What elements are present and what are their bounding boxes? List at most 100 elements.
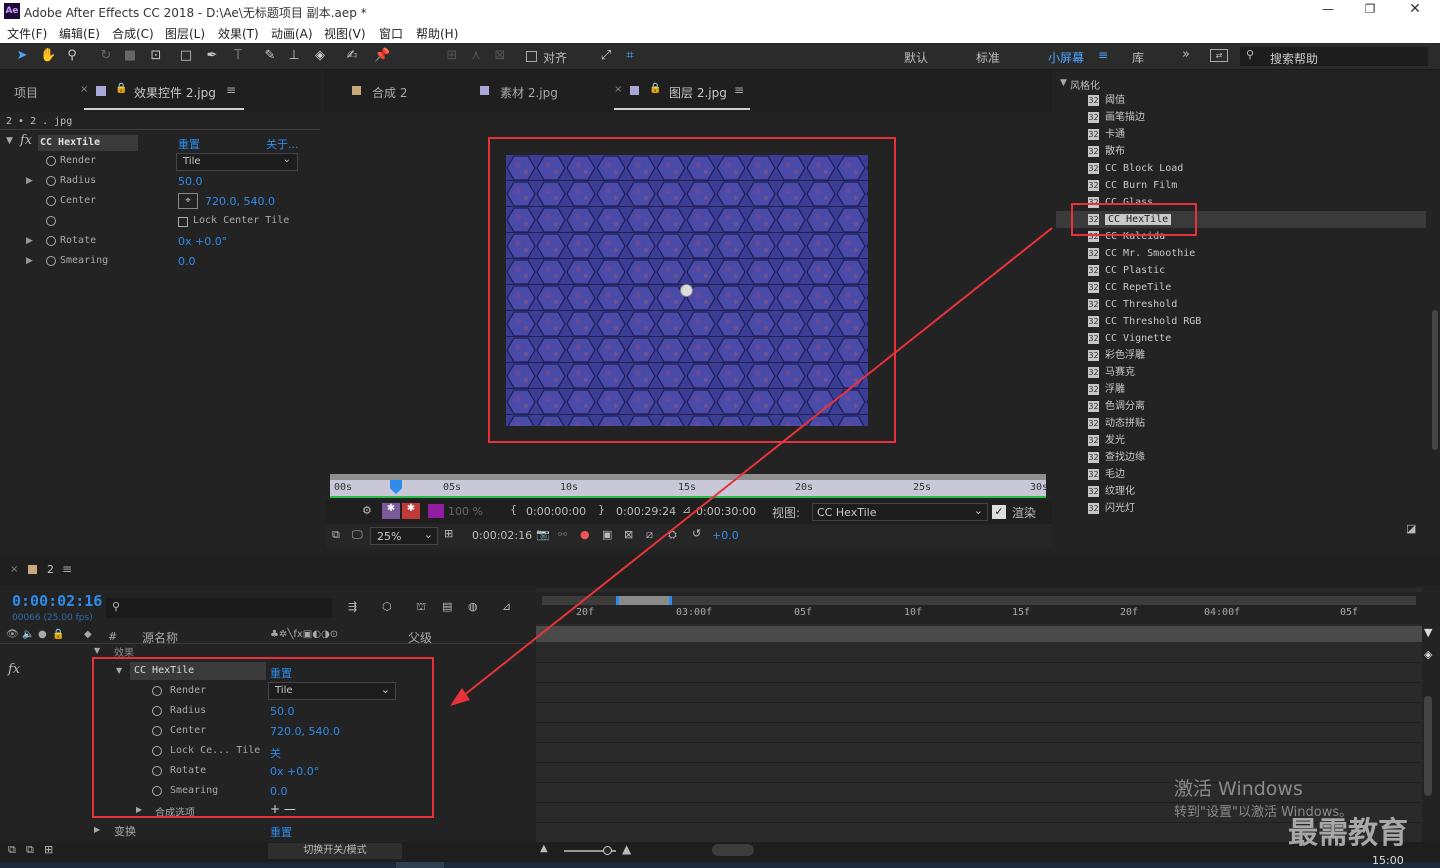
help-search-box[interactable]: ⚲ 搜索帮助 [1240, 47, 1428, 66]
set-in-icon[interactable]: { [510, 503, 517, 516]
snapshot-icon[interactable]: 📷 [536, 528, 550, 541]
pen-tool-icon[interactable]: ✒ [204, 48, 220, 64]
snap-checkbox[interactable] [526, 51, 537, 62]
ripple-icon[interactable]: ⚙ [362, 504, 372, 517]
snap-edge-icon[interactable]: ⤢ [598, 48, 614, 64]
effects-group-arrow[interactable]: ▼ [94, 646, 100, 655]
toggle-switches-modes[interactable]: 切换开关/模式 [268, 843, 402, 859]
shy-layers-icon[interactable]: ⛫ [416, 600, 426, 615]
close-tab-icon[interactable]: × [80, 84, 88, 95]
viewer-time-ruler[interactable]: 00s 05s 10s 15s 20s 25s 30s [330, 472, 1048, 498]
menu-layer[interactable]: 图层(L) [165, 25, 205, 42]
work-area-bar[interactable] [542, 596, 1416, 605]
panel-menu-icon[interactable]: ≡ [734, 83, 744, 97]
tab-timeline-comp[interactable]: 2 [47, 563, 54, 576]
fx-expand-arrow[interactable]: ▼ [6, 136, 13, 146]
render-checkbox[interactable]: ✓ [992, 505, 1006, 519]
panel-menu-icon[interactable]: ≡ [226, 83, 236, 97]
zoom-dropdown[interactable]: 25% ⌄ [370, 527, 438, 545]
expand-layer-switches-icon[interactable]: ⧉ [8, 843, 16, 857]
3d-view-icon[interactable]: ⧄ [646, 528, 653, 542]
effect-list-item[interactable]: 32 浮雕 [1088, 381, 1125, 398]
menu-file[interactable]: 文件(F) [7, 25, 47, 42]
pan-behind-tool-icon[interactable]: ⊡ [148, 48, 164, 64]
rectangle-tool-icon[interactable]: □ [178, 48, 194, 64]
menu-help[interactable]: 帮助(H) [416, 25, 458, 42]
workspace-default[interactable]: 默认 [904, 49, 928, 66]
rotate-value[interactable]: 0x +0.0° [178, 235, 227, 248]
effect-list-item[interactable]: 32 查找边缘 [1088, 449, 1145, 466]
zoom-out-icon[interactable]: ▲ [540, 843, 548, 854]
close-tab-icon[interactable]: × [10, 564, 18, 575]
tab-effect-controls[interactable]: 效果控件 2.jpg [134, 84, 216, 101]
lock-icon[interactable]: 🔒 [649, 83, 661, 94]
stopwatch-icon[interactable] [46, 156, 56, 166]
lock-icon[interactable]: 🔒 [115, 83, 127, 94]
zoom-tool-icon[interactable]: ⚲ [64, 48, 80, 64]
region-of-interest-icon[interactable]: ⊞ [444, 527, 453, 540]
view-axis-icon[interactable]: ⊠ [492, 48, 508, 64]
draft-3d-icon[interactable]: ⬡ [382, 600, 392, 613]
fx-icon[interactable]: fx [20, 133, 32, 148]
render-dropdown[interactable]: Tile ⌄ [176, 153, 298, 171]
timecode[interactable]: 0:00:02:16 [12, 592, 102, 610]
menu-effect[interactable]: 效果(T) [218, 25, 259, 42]
scrollbar[interactable] [1432, 310, 1438, 450]
expand-arrow[interactable]: ▶ [26, 236, 33, 246]
stopwatch-icon[interactable] [46, 216, 56, 226]
color-label-swatch[interactable] [428, 504, 444, 518]
effect-list-item[interactable]: 32 彩色浮雕 [1088, 347, 1145, 364]
roto-brush-tool-icon[interactable]: ✍ [344, 48, 360, 64]
workspace-menu-icon[interactable]: ≡ [1098, 48, 1108, 62]
reset-link[interactable]: 重置 [178, 136, 200, 152]
menu-window[interactable]: 窗口 [379, 25, 403, 42]
effect-list-item[interactable]: 32 CC RepeTile [1088, 279, 1171, 296]
effect-list-item[interactable]: 32 CC Mr. Smoothie [1088, 245, 1195, 262]
transform-reset-link[interactable]: 重置 [270, 824, 292, 840]
menu-animation[interactable]: 动画(A) [271, 25, 313, 42]
snap-grid-icon[interactable]: ⌗ [622, 48, 638, 64]
local-axis-icon[interactable]: ⊞ [444, 48, 460, 64]
stopwatch-icon[interactable] [46, 196, 56, 206]
menu-composition[interactable]: 合成(C) [112, 25, 154, 42]
hand-tool-icon[interactable]: ✋ [40, 48, 56, 64]
expand-arrow[interactable]: ▶ [26, 256, 33, 266]
rotate-tool-icon[interactable]: ↻ [98, 48, 114, 64]
eraser-tool-icon[interactable]: ◈ [312, 48, 328, 64]
view-dropdown[interactable]: CC HexTile ⌄ [812, 503, 988, 521]
category-arrow[interactable]: ▼ [1060, 78, 1067, 88]
comp-button-icon[interactable]: ▼ [1424, 626, 1432, 639]
timeline-search[interactable]: ⚲ [106, 598, 332, 618]
layer-bar[interactable] [536, 626, 1422, 642]
close-tab-icon[interactable]: × [614, 84, 622, 95]
comp-marker-icon[interactable]: ◈ [1424, 648, 1432, 661]
effect-list-item[interactable]: 32 闪光灯 [1088, 500, 1135, 517]
effect-list-item[interactable]: 32 纹理化 [1088, 483, 1135, 500]
visibility-icon[interactable]: 👁 [6, 629, 19, 640]
work-area-handle[interactable] [616, 596, 672, 605]
crosshair-icon[interactable]: ⌖ [178, 193, 198, 209]
h-scroll-thumb[interactable] [712, 844, 754, 856]
effect-list-item[interactable]: 32 发光 [1088, 432, 1125, 449]
time-in[interactable]: 0:00:00:00 [526, 505, 586, 518]
col-parent[interactable]: 父级 [408, 629, 432, 646]
effect-list-item[interactable]: 32 CC Threshold RGB [1088, 313, 1201, 330]
composition-flowchart-icon[interactable]: ⇶ [348, 600, 357, 613]
toggle-mask-icon[interactable]: ▣ [602, 528, 612, 541]
stopwatch-icon[interactable] [46, 256, 56, 266]
effect-list-item[interactable]: 32 CC Burn Film [1088, 177, 1177, 194]
workspace-small-screen[interactable]: 小屏幕 [1048, 49, 1084, 66]
effect-list-item[interactable]: 32 毛边 [1088, 466, 1125, 483]
clone-stamp-tool-icon[interactable]: ⊥ [286, 48, 302, 64]
col-source-name[interactable]: 源名称 [142, 629, 178, 646]
timeline-vscroll[interactable] [1424, 696, 1432, 796]
effect-list-item[interactable]: 32 CC Plastic [1088, 262, 1165, 279]
taskbar-item[interactable] [396, 862, 444, 868]
camera-tool-icon[interactable]: ■ [122, 48, 138, 64]
reset-exposure-icon[interactable]: ↺ [692, 527, 701, 540]
brush-tool-icon[interactable]: ✎ [262, 48, 278, 64]
effect-list-item[interactable]: 32 散布 [1088, 143, 1125, 160]
workspace-standard[interactable]: 标准 [976, 49, 1000, 66]
zoom-in-icon[interactable]: ▲ [622, 842, 631, 856]
minimize-icon[interactable]: — [1320, 2, 1336, 16]
